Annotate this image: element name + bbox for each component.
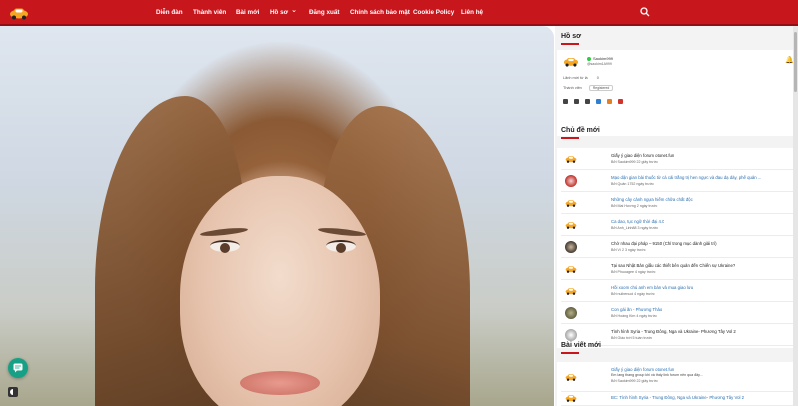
topic-item[interactable]: Hồi xoom chú anh em bàn và mua giao lưu … [561, 280, 795, 302]
page-scrollbar[interactable] [793, 26, 798, 406]
post-item[interactable]: Giấy ý giao diện forum otonet.fun Em lan… [561, 362, 795, 392]
topic-meta: Bởi Giáo trời 5 tuần trước [611, 336, 653, 340]
rss-icon[interactable] [607, 99, 612, 104]
topic-title[interactable]: Hồi xoom chú anh em bàn và mua giao lưu [611, 285, 693, 290]
post-item[interactable]: BC: Tình hình Syria - Trung Đông, Nga và… [561, 390, 795, 406]
title-underline [561, 43, 579, 45]
nav-forums[interactable]: Diễn đàn [156, 0, 183, 26]
topic-meta: Bởi Quân 1752 ngày trước [611, 182, 654, 186]
top-navbar: Diễn đàn Thành viên Bài mới Hồ sơ Đăng x… [0, 0, 798, 26]
topic-meta: Bởi Anh_Linh88 3 ngày trước [611, 226, 659, 230]
new-posts-title: Bài viết mới [561, 342, 601, 349]
profile-widget-title: Hồ sơ [561, 33, 582, 40]
search-icon[interactable] [640, 7, 650, 17]
nav-contact[interactable]: Liên hệ [461, 0, 483, 26]
topic-meta: Bởi Vì 2 3 ngày trước [611, 248, 646, 252]
avatar-car-icon [565, 395, 577, 402]
mobile-icon[interactable] [596, 99, 601, 104]
avatar [565, 329, 577, 341]
topic-title[interactable]: Ca dao, tục ngữ thời đại 4.0 [611, 219, 664, 224]
nav-privacy-policy[interactable]: Chính sách bảo mật [350, 0, 410, 26]
chat-button[interactable] [8, 358, 28, 378]
topic-title[interactable]: Những cây cảnh ngựa hiếm chữa chất độc [611, 197, 693, 202]
avatar-car-icon [565, 266, 577, 273]
chat-icon[interactable] [585, 99, 590, 104]
topic-title[interactable]: Tình hình Syria - Trung Đông, Nga và Ukr… [611, 329, 736, 334]
profile-row-2: Thành viên Registered [563, 85, 614, 91]
avatar-car-icon[interactable] [563, 56, 579, 67]
avatar [565, 175, 577, 187]
nav-cookie-policy[interactable]: Cookie Policy [413, 0, 454, 26]
topic-meta: Bởi Saokim999 22 giây trước [611, 160, 658, 164]
settings-icon[interactable] [574, 99, 579, 104]
topic-item[interactable]: Giấy ý giao diện forum otonet.fun Bởi Sa… [561, 148, 795, 170]
chat-bubble-icon [13, 363, 23, 373]
eye-left [210, 240, 240, 253]
topic-title[interactable]: Chở nhau đại pháp – 9150 (Chỉ trong mục … [611, 241, 717, 246]
avatar-car-icon [565, 374, 577, 381]
topic-item[interactable]: Mạo dận gian bài thuốc từ cá cải trắng t… [561, 170, 795, 192]
avatar-car-icon [565, 288, 577, 295]
profile-row-1: Lãnh mới từ lá 0 [563, 76, 599, 80]
hero-photo [0, 26, 554, 406]
topic-title[interactable]: Mạo dận gian bài thuốc từ cá cải trắng t… [611, 175, 761, 180]
logout-icon[interactable] [618, 99, 623, 104]
new-topics-title: Chủ đề mới [561, 127, 600, 134]
topic-item[interactable]: Tại sao Nhật Bản giấu các thiết bên quản… [561, 258, 795, 280]
avatar-car-icon [565, 200, 577, 207]
avatar [565, 307, 577, 319]
new-topics-card: Giấy ý giao diện forum otonet.fun Bởi Sa… [557, 148, 797, 348]
profile-card: Saokim999 @saokim1A999 🔔 Lãnh mới từ lá … [557, 50, 797, 136]
nav-profile[interactable]: Hồ sơ [270, 0, 297, 26]
topic-meta: Bởi Phuoagee 4 ngày trước [611, 270, 656, 274]
online-status-icon [587, 56, 591, 61]
eye-right [326, 240, 356, 253]
post-snippet: Em lang thang group khi và thấy link for… [611, 373, 703, 377]
nav-logout[interactable]: Đăng xuất [309, 0, 339, 26]
profile-username[interactable]: Saokim999 [587, 56, 613, 61]
nav-members[interactable]: Thành viên [193, 0, 226, 26]
topic-item[interactable]: Con gái ăn - Phương Thảo Bởi Hoàng Kim 4… [561, 302, 795, 324]
lips-shape [240, 371, 320, 395]
topic-meta: Bởi nuibenuoi 4 ngày trước [611, 292, 655, 296]
topic-meta: Bởi Mai Hương 2 ngày trước [611, 204, 658, 208]
car-logo-icon[interactable] [9, 6, 29, 20]
theme-toggle-button[interactable] [8, 387, 18, 397]
new-posts-card: Giấy ý giao diện forum otonet.fun Em lan… [557, 362, 797, 406]
post-meta: Bởi Saokim999 22 giây trước [611, 379, 658, 383]
topic-item[interactable]: Những cây cảnh ngựa hiếm chữa chất độc B… [561, 192, 795, 214]
title-underline [561, 137, 579, 139]
avatar [565, 241, 577, 253]
topic-title[interactable]: Giấy ý giao diện forum otonet.fun [611, 153, 674, 158]
topic-title[interactable]: Tại sao Nhật Bản giấu các thiết bên quản… [611, 263, 735, 268]
avatar-car-icon [565, 156, 577, 163]
sidebar: Hồ sơ Saokim999 @saokim1A999 🔔 Lãnh mới … [555, 26, 798, 406]
nav-new-posts[interactable]: Bài mới [236, 0, 259, 26]
title-underline [561, 352, 579, 354]
topic-meta: Bởi Hoàng Kim 4 ngày trước [611, 314, 657, 318]
topic-item[interactable]: Ca dao, tục ngữ thời đại 4.0 Bởi Anh_Lin… [561, 214, 795, 236]
topic-item[interactable]: Chở nhau đại pháp – 9150 (Chỉ trong mục … [561, 236, 795, 258]
user-icon[interactable] [563, 99, 568, 104]
topic-title[interactable]: Con gái ăn - Phương Thảo [611, 307, 662, 312]
profile-handle: @saokim1A999 [587, 62, 612, 66]
post-title[interactable]: Giấy ý giao diện forum otonet.fun [611, 367, 674, 372]
post-title[interactable]: BC: Tình hình Syria - Trung Đông, Nga và… [611, 395, 744, 400]
avatar-car-icon [565, 222, 577, 229]
profile-actions [563, 99, 623, 104]
